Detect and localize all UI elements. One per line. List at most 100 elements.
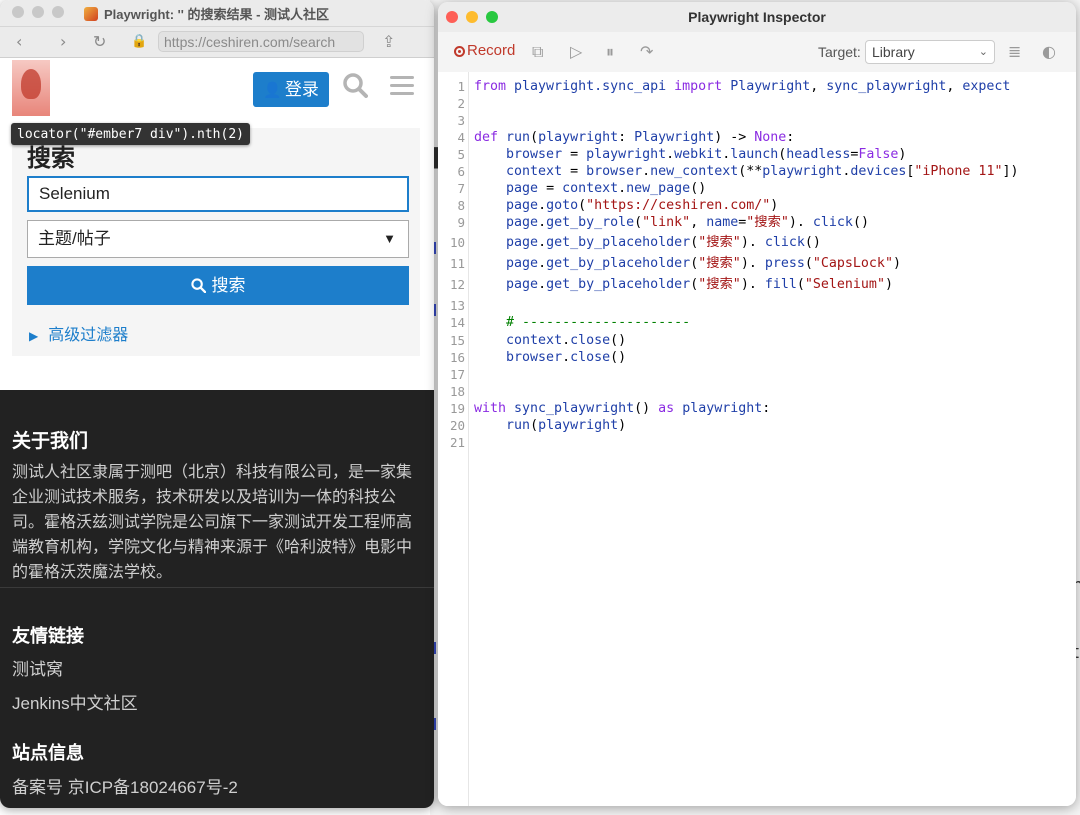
code-token: ,: [810, 79, 827, 94]
code-token: =: [570, 164, 587, 179]
footer-link[interactable]: 测试窝: [12, 655, 63, 680]
code-token: Playwright: [634, 130, 715, 145]
code-token: from: [474, 79, 515, 94]
code-token: sync_playwright: [514, 401, 635, 416]
theme-toggle-icon[interactable]: ◐: [1042, 42, 1056, 61]
code-token: playwright: [762, 164, 843, 179]
browser-window: Playwright: '' 的搜索结果 - 测试人社区 ‹ › ↻ 🔒 htt…: [0, 0, 434, 808]
code-token: (): [804, 235, 821, 250]
code-token: (: [690, 256, 699, 271]
code-token: page: [506, 215, 539, 230]
search-scope-value: 主题/帖子: [38, 229, 111, 248]
code-token: get_by_role: [546, 215, 635, 230]
code-token: :: [618, 130, 635, 145]
code-token: get_by_placeholder: [546, 256, 691, 271]
code-text: context = browser.new_context(**playwrig…: [474, 163, 1018, 180]
code-token: playwright: [538, 418, 619, 433]
code-token: "搜索": [698, 235, 741, 250]
advanced-filters-label: 高级过滤器: [48, 327, 129, 344]
login-label: 登录: [284, 80, 319, 99]
code-token: browser: [506, 147, 571, 162]
search-icon[interactable]: [342, 72, 368, 98]
code-text: page.get_by_placeholder("搜索"). fill("Sel…: [474, 276, 893, 293]
line-number: 3: [457, 113, 465, 128]
pause-icon[interactable]: ⏸: [606, 42, 614, 62]
code-token: launch: [730, 147, 779, 162]
line-number: 14: [449, 315, 465, 330]
search-icon: [190, 278, 206, 294]
code-token: (: [804, 256, 813, 271]
code-token: =: [546, 181, 563, 196]
icp-link[interactable]: 备案号 京ICP备18024667号-2: [12, 773, 238, 798]
code-token: click: [812, 215, 853, 230]
code-token: page: [506, 198, 539, 213]
record-button[interactable]: Record: [454, 42, 515, 59]
resume-icon[interactable]: ▷: [570, 42, 582, 61]
step-over-icon[interactable]: ↷: [640, 42, 653, 61]
search-input[interactable]: Selenium: [27, 176, 409, 212]
login-button[interactable]: 👤 登录: [253, 72, 329, 107]
chevron-down-icon: ▼: [383, 231, 396, 246]
code-token: (): [690, 181, 707, 196]
site-footer: 关于我们 测试人社区隶属于测吧（北京）科技有限公司，是一家集企业测试技术服务，技…: [0, 390, 434, 808]
line-number: 5: [457, 147, 465, 162]
code-token: "Selenium": [804, 277, 885, 292]
hamburger-menu-icon[interactable]: [390, 76, 414, 96]
reload-icon[interactable]: ↻: [93, 32, 106, 51]
search-submit-label: 搜索: [211, 276, 246, 295]
code-token: ]): [1002, 164, 1019, 179]
search-submit-button[interactable]: 搜索: [27, 266, 409, 305]
share-icon[interactable]: ⇪: [382, 32, 395, 51]
address-bar[interactable]: https://ceshiren.com/search: [158, 31, 364, 52]
close-window-button[interactable]: [12, 6, 24, 18]
code-editor[interactable]: 1 from playwright.sync_api import Playwri…: [438, 72, 1076, 806]
code-token: .: [618, 181, 627, 196]
code-token: new_page: [626, 181, 691, 196]
line-number: 9: [457, 215, 465, 230]
zoom-window-button[interactable]: [52, 6, 64, 18]
code-token: ): [884, 277, 893, 292]
code-token: close: [570, 350, 611, 365]
line-number: 6: [457, 164, 465, 179]
back-icon[interactable]: ‹: [16, 32, 22, 51]
browser-tab-title: Playwright: '' 的搜索结果 - 测试人社区: [84, 4, 329, 23]
code-token: def: [474, 130, 507, 145]
code-token: sync_playwright: [826, 79, 947, 94]
minimize-window-button[interactable]: [32, 6, 44, 18]
copy-icon[interactable]: ⧉: [532, 42, 543, 62]
code-token: name: [706, 215, 739, 230]
line-number: 18: [449, 384, 465, 399]
search-scope-select[interactable]: 主题/帖子 ▼: [27, 220, 409, 258]
code-token: (: [634, 215, 643, 230]
code-token: :: [762, 401, 771, 416]
advanced-filters-toggle[interactable]: ▶ 高级过滤器: [29, 321, 128, 345]
code-text: from playwright.sync_api import Playwrig…: [474, 78, 1010, 95]
code-token: webkit: [674, 147, 723, 162]
user-icon: 👤: [263, 82, 282, 99]
inspector-titlebar: Playwright Inspector: [438, 2, 1076, 32]
code-token: context: [506, 333, 563, 348]
code-token: context: [562, 181, 619, 196]
browser-toolbar: ‹ › ↻ 🔒 https://ceshiren.com/search ⇪: [0, 27, 434, 58]
code-token: :: [786, 130, 795, 145]
code-token: Playwright: [730, 79, 811, 94]
code-token: "iPhone 11": [914, 164, 1003, 179]
forward-icon[interactable]: ›: [60, 32, 66, 51]
code-token: page: [506, 256, 539, 271]
inspector-window: Playwright Inspector Record ⧉ ▷ ⏸ ↷ Targ…: [438, 2, 1076, 806]
locator-tooltip: locator("#ember7 div").nth(2): [11, 123, 250, 145]
site-logo[interactable]: [12, 60, 50, 116]
code-token: with: [474, 401, 515, 416]
code-text: page.goto("https://ceshiren.com/"): [474, 197, 778, 214]
target-select[interactable]: Library ⌄: [865, 40, 995, 64]
wrap-lines-icon[interactable]: ≣: [1008, 42, 1021, 61]
footer-link[interactable]: Jenkins中文社区: [12, 689, 138, 714]
search-panel: 搜索 Selenium 主题/帖子 ▼ 搜索 ▶ 高级过滤器: [12, 128, 420, 356]
line-number: 17: [449, 367, 465, 382]
code-token: .: [538, 277, 547, 292]
browser-title-text: Playwright: '' 的搜索结果 - 测试人社区: [104, 7, 330, 22]
